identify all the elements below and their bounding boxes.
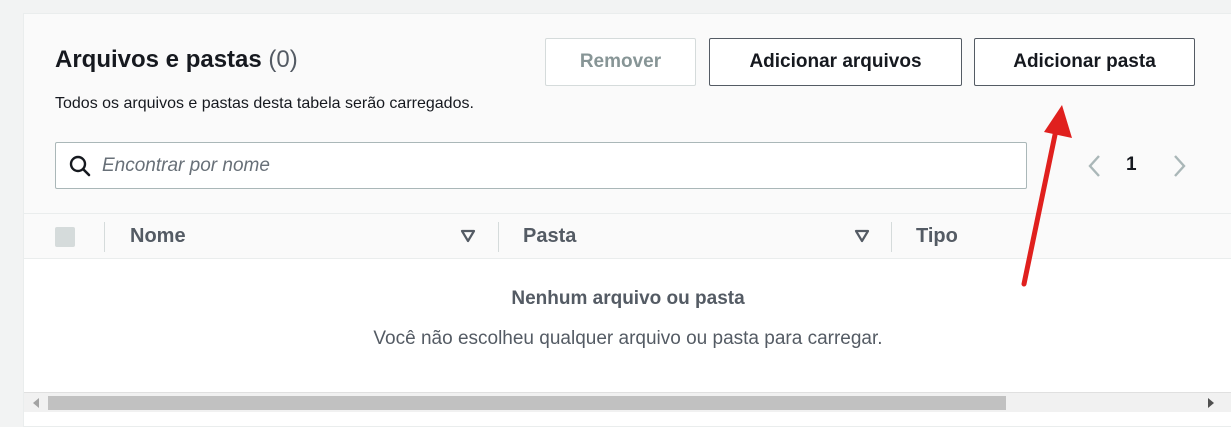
- panel-header: Arquivos e pastas (0) Todos os arquivos …: [24, 14, 1231, 213]
- column-header-folder[interactable]: Pasta: [523, 225, 576, 248]
- column-header-name[interactable]: Nome: [130, 225, 186, 248]
- add-files-button[interactable]: Adicionar arquivos: [709, 38, 962, 86]
- panel-title-text: Arquivos e pastas: [55, 46, 262, 73]
- sort-name-icon[interactable]: [460, 229, 476, 243]
- add-folder-button[interactable]: Adicionar pasta: [974, 38, 1195, 86]
- empty-state-title: Nenhum arquivo ou pasta: [511, 288, 745, 309]
- scrollbar-thumb[interactable]: [48, 396, 1006, 410]
- empty-state-description: Você não escolheu qualquer arquivo ou pa…: [373, 328, 883, 349]
- search-field[interactable]: [55, 142, 1027, 189]
- column-header-type[interactable]: Tipo: [916, 225, 958, 248]
- scroll-left-icon[interactable]: [32, 397, 40, 409]
- search-icon: [69, 155, 91, 177]
- panel-description: Todos os arquivos e pastas desta tabela …: [55, 95, 474, 112]
- search-input[interactable]: [102, 151, 1002, 181]
- horizontal-scrollbar[interactable]: [24, 392, 1231, 412]
- panel-title: Arquivos e pastas (0): [55, 46, 298, 74]
- item-count: (0): [268, 46, 298, 73]
- current-page-number[interactable]: 1: [1126, 154, 1137, 176]
- previous-page-icon[interactable]: [1087, 154, 1103, 178]
- scroll-right-icon[interactable]: [1207, 397, 1215, 409]
- remove-button[interactable]: Remover: [545, 38, 696, 86]
- next-page-icon[interactable]: [1171, 154, 1187, 178]
- column-divider[interactable]: [498, 222, 499, 252]
- column-divider: [104, 222, 105, 252]
- table-header: Nome Pasta Tipo: [24, 213, 1231, 259]
- select-all-checkbox[interactable]: [55, 227, 75, 247]
- column-divider[interactable]: [891, 222, 892, 252]
- files-and-folders-panel: Arquivos e pastas (0) Todos os arquivos …: [23, 13, 1231, 427]
- sort-folder-icon[interactable]: [854, 229, 870, 243]
